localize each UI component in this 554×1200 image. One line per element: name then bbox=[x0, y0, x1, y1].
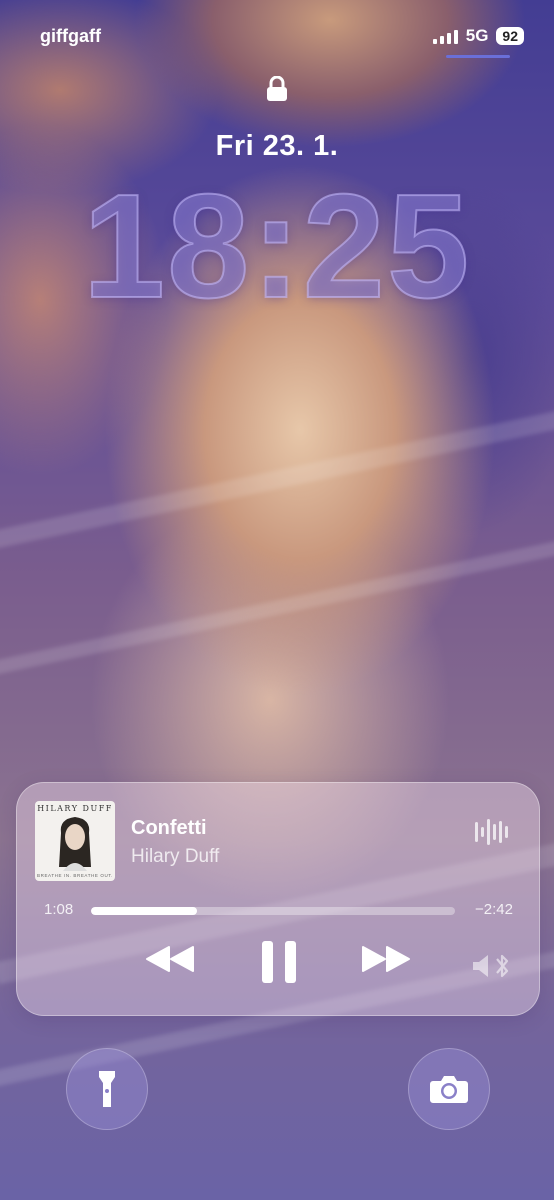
rewind-button[interactable] bbox=[145, 943, 197, 975]
pause-icon bbox=[262, 941, 296, 983]
remaining-time: −2:42 bbox=[475, 901, 513, 918]
cellular-signal-icon bbox=[432, 28, 458, 44]
camera-button[interactable] bbox=[408, 1048, 490, 1130]
album-art-subtitle: BREATHE IN. BREATHE OUT. bbox=[37, 873, 113, 878]
fast-forward-icon bbox=[362, 946, 410, 972]
track-title[interactable]: Confetti bbox=[131, 817, 207, 840]
playback-scrubber[interactable] bbox=[91, 907, 455, 915]
pause-button[interactable] bbox=[260, 939, 298, 985]
lock-screen-time: 18:25 bbox=[82, 163, 472, 330]
camera-icon bbox=[430, 1076, 468, 1103]
now-playing-widget[interactable]: HILARY DUFF BREATHE IN. BREATHE OUT. Con… bbox=[16, 782, 540, 1016]
lock-screen-date: Fri 23. 1. bbox=[215, 130, 339, 162]
elapsed-time: 1:08 bbox=[44, 901, 74, 918]
fast-forward-button[interactable] bbox=[359, 943, 411, 975]
status-bar: giffgaff 5G 92 bbox=[40, 24, 524, 50]
flashlight-icon bbox=[99, 1071, 115, 1107]
audio-output-icon[interactable] bbox=[471, 951, 513, 981]
waveform-icon[interactable] bbox=[475, 817, 509, 847]
album-art-artist: HILARY DUFF bbox=[37, 804, 113, 813]
album-art[interactable]: HILARY DUFF BREATHE IN. BREATHE OUT. bbox=[35, 801, 115, 881]
playback-progress-fill bbox=[91, 907, 197, 915]
lock-icon bbox=[267, 76, 287, 101]
battery-indicator-underline bbox=[446, 55, 510, 58]
album-art-portrait bbox=[59, 817, 91, 871]
carrier-label: giffgaff bbox=[40, 26, 101, 46]
flashlight-button[interactable] bbox=[66, 1048, 148, 1130]
rewind-icon bbox=[146, 946, 194, 972]
battery-indicator: 92 bbox=[496, 27, 524, 45]
network-type-label: 5G bbox=[465, 26, 489, 45]
track-artist[interactable]: Hilary Duff bbox=[131, 846, 219, 868]
